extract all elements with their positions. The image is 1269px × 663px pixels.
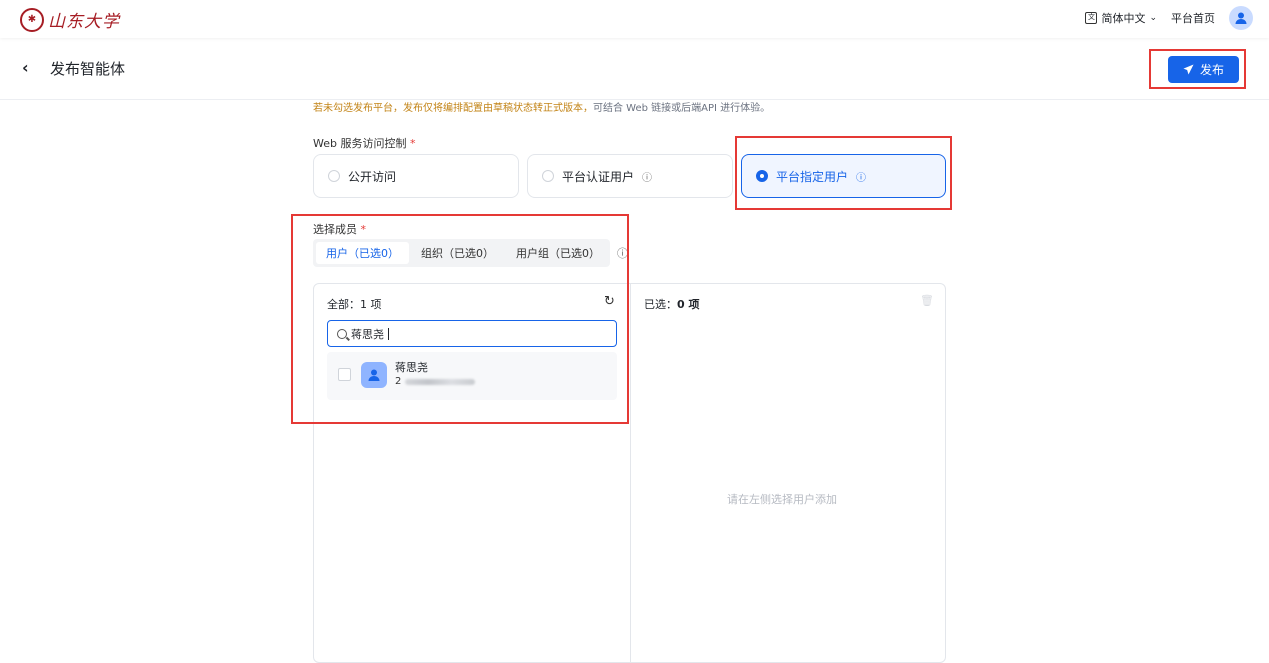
logo-text: 山东大学 bbox=[48, 12, 120, 32]
university-logo[interactable]: ✱ 山东大学 bbox=[20, 7, 120, 32]
top-bar: ✱ 山东大学 文 简体中文 ⌄ 平台首页 bbox=[0, 0, 1269, 38]
highlight-box-members bbox=[291, 214, 629, 424]
right-panel-header: 已选：0 项 bbox=[644, 296, 699, 312]
option-authenticated-users[interactable]: 平台认证用户 ⓘ bbox=[527, 154, 733, 198]
notice-highlight: 若未勾选发布平台，发布仅将编排配置由草稿状态转正式版本， bbox=[313, 103, 593, 114]
option-label: 公开访问 bbox=[348, 169, 397, 184]
info-icon[interactable]: ⓘ bbox=[642, 169, 652, 184]
person-icon bbox=[1235, 12, 1247, 24]
access-control-label: Web 服务访问控制 * bbox=[313, 135, 415, 151]
page-header: ‹ 发布智能体 发布 bbox=[0, 40, 1269, 100]
access-control-label-text: Web 服务访问控制 bbox=[313, 137, 407, 150]
empty-state-text: 请在左侧选择用户添加 bbox=[727, 493, 837, 506]
publish-notice: 若未勾选发布平台，发布仅将编排配置由草稿状态转正式版本，可结合 Web 链接或后… bbox=[313, 99, 770, 114]
page-title: 发布智能体 bbox=[50, 60, 126, 78]
chevron-left-icon[interactable]: ‹ bbox=[22, 58, 29, 77]
panel-divider bbox=[630, 284, 631, 662]
language-selector[interactable]: 文 简体中文 ⌄ bbox=[1085, 10, 1157, 26]
right-header-count: 0 项 bbox=[677, 298, 700, 311]
trash-icon[interactable]: 🗑 bbox=[920, 294, 934, 307]
chevron-down-icon: ⌄ bbox=[1149, 13, 1157, 23]
radio-button[interactable] bbox=[542, 170, 554, 182]
top-right-nav: 文 简体中文 ⌄ 平台首页 bbox=[1085, 6, 1253, 30]
option-label: 平台认证用户 bbox=[562, 169, 635, 184]
right-header-prefix: 已选： bbox=[644, 298, 677, 311]
seal-icon: ✱ bbox=[20, 7, 44, 32]
language-icon: 文 bbox=[1085, 12, 1098, 24]
required-mark: * bbox=[409, 137, 416, 150]
radio-button[interactable] bbox=[328, 170, 340, 182]
language-label: 简体中文 bbox=[1101, 12, 1146, 25]
highlight-box-publish bbox=[1149, 49, 1246, 89]
option-public-access[interactable]: 公开访问 bbox=[313, 154, 519, 198]
notice-rest: 可结合 Web 链接或后端API 进行体验。 bbox=[593, 103, 771, 114]
highlight-box-option bbox=[735, 136, 952, 210]
user-avatar[interactable] bbox=[1229, 6, 1253, 30]
home-link[interactable]: 平台首页 bbox=[1171, 10, 1215, 26]
